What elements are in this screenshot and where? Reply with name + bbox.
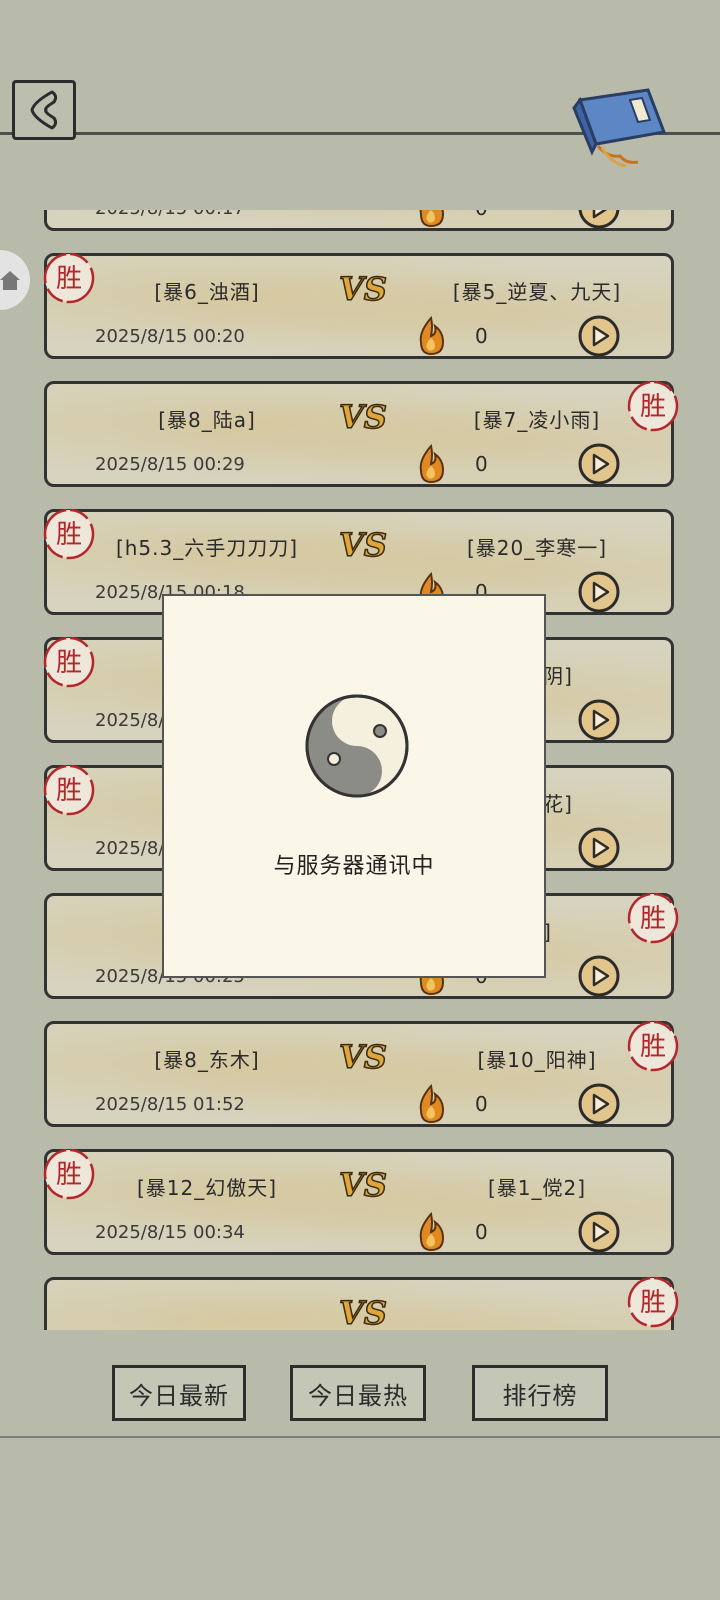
svg-text:胜: 胜 xyxy=(56,520,82,550)
fire-icon xyxy=(419,1212,445,1252)
taiji-icon xyxy=(305,694,409,798)
player-two-name: [暴7_凌小雨] xyxy=(473,408,601,432)
back-arrow-icon xyxy=(30,90,58,130)
heat-count: 0 xyxy=(475,324,488,348)
svg-text:胜: 胜 xyxy=(640,1032,666,1062)
tab-today-latest[interactable]: 今日最新 xyxy=(112,1365,246,1421)
match-date: 2025/8/15 00:20 xyxy=(95,326,245,347)
play-replay-icon[interactable] xyxy=(577,314,621,358)
match-card[interactable]: VS2025/8/15 00:170 xyxy=(44,210,674,231)
player-one-name: [暴8_东木] xyxy=(154,1048,260,1072)
fire-icon xyxy=(419,316,445,356)
player-two-name: [暴20_李寒一] xyxy=(466,536,608,560)
back-button[interactable] xyxy=(12,80,76,140)
match-date: 2025/8/15 00:34 xyxy=(95,1222,245,1243)
home-icon xyxy=(0,271,20,290)
match-card[interactable]: [暴8_东木] VS [暴10_阳神] 2025/8/15 01:52 0 胜 xyxy=(44,1020,679,1127)
fire-icon xyxy=(419,444,445,484)
heat-count: 0 xyxy=(475,210,488,220)
vs-icon: VS xyxy=(338,1293,387,1330)
top-bar xyxy=(0,0,720,210)
win-stamp-icon: 胜 xyxy=(625,1018,681,1074)
fire-icon xyxy=(419,1084,445,1124)
play-replay-icon[interactable] xyxy=(577,1210,621,1254)
svg-text:胜: 胜 xyxy=(640,1288,666,1318)
play-replay-icon[interactable] xyxy=(577,570,621,614)
heat-count: 0 xyxy=(475,1220,488,1244)
scroll-book-icon[interactable] xyxy=(568,86,676,168)
svg-text:VS: VS xyxy=(339,270,387,308)
tab-today-hot[interactable]: 今日最热 xyxy=(290,1365,426,1421)
svg-text:胜: 胜 xyxy=(640,392,666,422)
play-replay-icon[interactable] xyxy=(577,954,621,998)
player-two-name: [暴1_傥2] xyxy=(487,1176,587,1200)
play-replay-icon[interactable] xyxy=(577,698,621,742)
match-card[interactable]: [暴8_陆a] VS [暴7_凌小雨] 2025/8/15 00:29 0 胜 xyxy=(44,380,679,487)
fire-icon xyxy=(419,210,445,228)
match-card[interactable]: [暴12_幻傲天] VS [暴1_傥2] 2025/8/15 00:34 0 胜 xyxy=(41,1146,674,1255)
svg-text:VS: VS xyxy=(339,1294,387,1330)
win-stamp-icon: 胜 xyxy=(625,378,681,434)
win-stamp-icon: 胜 xyxy=(41,250,97,306)
heat-count: 0 xyxy=(475,1092,488,1116)
vs-icon: VS xyxy=(338,1165,387,1204)
svg-text:VS: VS xyxy=(339,526,387,564)
player-one-name: [暴8_陆a] xyxy=(158,408,256,432)
vs-icon: VS xyxy=(338,397,387,436)
play-replay-icon[interactable] xyxy=(577,826,621,870)
match-date: 2025/8/ xyxy=(95,710,165,731)
loading-message: 与服务器通讯中 xyxy=(273,854,435,879)
play-replay-icon[interactable] xyxy=(577,442,621,486)
player-one-name: [暴6_浊酒] xyxy=(154,280,260,304)
win-stamp-icon: 胜 xyxy=(625,890,681,946)
svg-text:胜: 胜 xyxy=(56,648,82,678)
win-stamp-icon: 胜 xyxy=(41,506,97,562)
win-stamp-icon: 胜 xyxy=(41,1146,97,1202)
player-one-name: [h5.3_六手刀刀刀] xyxy=(115,536,299,560)
player-one-name: [暴12_幻傲天] xyxy=(136,1176,278,1200)
svg-text:胜: 胜 xyxy=(640,904,666,934)
play-replay-icon[interactable] xyxy=(577,210,621,230)
vs-icon: VS xyxy=(338,1037,387,1076)
match-date: 2025/8/15 01:52 xyxy=(95,1094,245,1115)
vs-icon: VS xyxy=(338,525,387,564)
svg-text:胜: 胜 xyxy=(56,1160,82,1190)
match-date: 2025/8/15 00:17 xyxy=(95,210,245,219)
heat-count: 0 xyxy=(475,452,488,476)
svg-text:胜: 胜 xyxy=(56,264,82,294)
svg-text:VS: VS xyxy=(339,398,387,436)
match-date: 2025/8/ xyxy=(95,838,165,859)
bottom-divider xyxy=(0,1436,720,1438)
match-date: 2025/8/15 00:29 xyxy=(95,454,245,475)
player-two-name: [暴10_阳神] xyxy=(477,1048,597,1072)
win-stamp-icon: 胜 xyxy=(625,1274,681,1330)
svg-text:胜: 胜 xyxy=(56,776,82,806)
win-stamp-icon: 胜 xyxy=(41,634,97,690)
loading-dialog: 与服务器通讯中 xyxy=(162,594,546,978)
match-card[interactable]: [暴6_浊酒] VS [暴5_逆夏、九天] 2025/8/15 00:20 0 胜 xyxy=(41,250,674,359)
svg-text:VS: VS xyxy=(339,1038,387,1076)
player-two-name: [暴5_逆夏、九天] xyxy=(452,280,622,304)
tab-ranking[interactable]: 排行榜 xyxy=(472,1365,608,1421)
vs-icon: VS xyxy=(338,269,387,308)
win-stamp-icon: 胜 xyxy=(41,762,97,818)
svg-text:VS: VS xyxy=(339,1166,387,1204)
match-card[interactable]: VS 胜 xyxy=(44,1276,679,1330)
play-replay-icon[interactable] xyxy=(577,1082,621,1126)
